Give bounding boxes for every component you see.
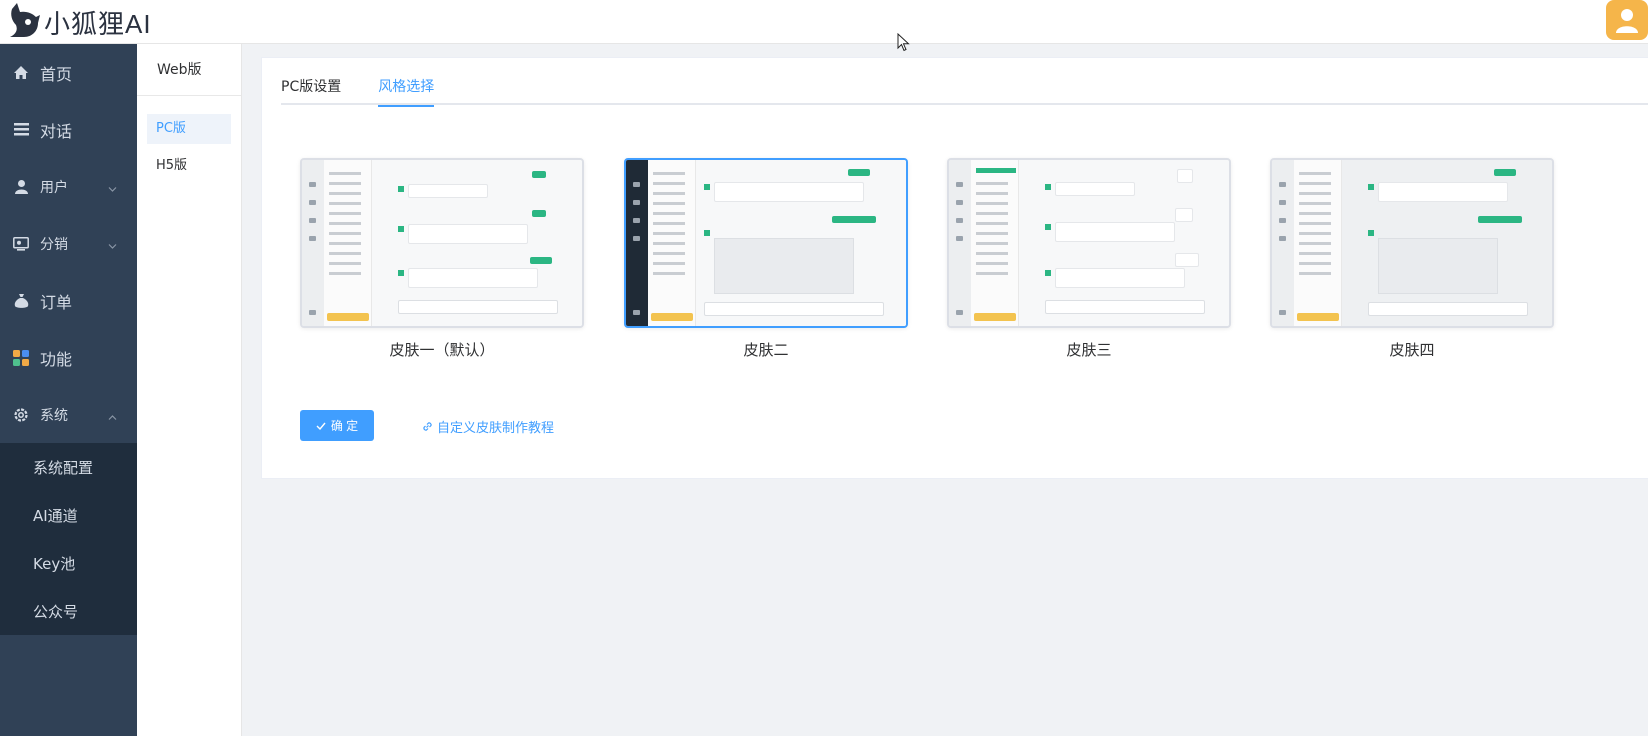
sidebar-item-label: 分销 bbox=[40, 236, 68, 253]
skin-name: 皮肤二 bbox=[743, 341, 789, 359]
money-bag-icon bbox=[12, 292, 30, 310]
settings-card: PC版设置 风格选择 皮肤一（默认） 皮肤二 皮肤三 皮肤四 确 定 自定义皮肤… bbox=[261, 57, 1648, 479]
confirm-button-label: 确 定 bbox=[330, 419, 359, 433]
mouse-cursor-icon bbox=[897, 33, 910, 52]
submenu-item-key-pool[interactable]: Key池 bbox=[0, 539, 137, 587]
tab-style-select[interactable]: 风格选择 bbox=[378, 58, 435, 107]
confirm-button[interactable]: 确 定 bbox=[300, 410, 374, 441]
chevron-down-icon bbox=[108, 177, 117, 196]
sidebar-item-users[interactable]: 用户 bbox=[0, 158, 137, 215]
home-icon bbox=[12, 64, 30, 82]
sidebar-item-label: 首页 bbox=[40, 64, 73, 84]
sidebar-item-orders[interactable]: 订单 bbox=[0, 272, 137, 329]
list-icon bbox=[12, 121, 30, 139]
tab-pc-settings[interactable]: PC版设置 bbox=[281, 58, 341, 105]
fox-logo-icon bbox=[10, 3, 40, 37]
submenu-item-system-config[interactable]: 系统配置 bbox=[0, 443, 137, 491]
skin-preview-image bbox=[300, 158, 584, 328]
sidebar-item-label: 订单 bbox=[40, 292, 73, 312]
subnav-item-h5[interactable]: H5版 bbox=[147, 151, 231, 181]
apps-icon bbox=[12, 349, 30, 367]
sidebar-item-features[interactable]: 功能 bbox=[0, 329, 137, 386]
app-logo[interactable]: 小狐狸AI bbox=[6, 2, 152, 42]
chevron-up-icon bbox=[108, 405, 117, 424]
skin-name: 皮肤一（默认） bbox=[389, 341, 495, 359]
main-sidebar: 首页 对话 用户 分销 订单 功能 系统 系统配置 AI通道 Key池 公众号 bbox=[0, 44, 137, 736]
skin-preview-image bbox=[624, 158, 908, 328]
skin-option-4[interactable]: 皮肤四 bbox=[1270, 158, 1554, 360]
skin-option-3[interactable]: 皮肤三 bbox=[947, 158, 1231, 360]
sidebar-item-label: 系统 bbox=[40, 407, 68, 424]
sidebar-item-label: 用户 bbox=[40, 179, 68, 196]
skin-name: 皮肤三 bbox=[1066, 341, 1112, 359]
skin-preview-image bbox=[1270, 158, 1554, 328]
sidebar-item-chat[interactable]: 对话 bbox=[0, 101, 137, 158]
distribution-icon bbox=[12, 235, 30, 253]
top-header: 小狐狸AI bbox=[0, 0, 1648, 44]
logo-text: 小狐狸AI bbox=[44, 8, 152, 39]
user-avatar[interactable] bbox=[1606, 0, 1648, 40]
user-icon bbox=[12, 178, 30, 196]
submenu-item-ai-channel[interactable]: AI通道 bbox=[0, 491, 137, 539]
sidebar-item-label: 功能 bbox=[40, 349, 73, 369]
sidebar-item-home[interactable]: 首页 bbox=[0, 44, 137, 101]
sidebar-item-distribution[interactable]: 分销 bbox=[0, 215, 137, 272]
sidebar-item-label: 对话 bbox=[40, 121, 73, 141]
person-icon bbox=[1616, 9, 1638, 33]
custom-skin-tutorial-link[interactable]: 自定义皮肤制作教程 bbox=[422, 417, 554, 436]
subnav-title: Web版 bbox=[137, 44, 241, 96]
submenu-item-official-account[interactable]: 公众号 bbox=[0, 587, 137, 635]
skin-option-1[interactable]: 皮肤一（默认） bbox=[300, 158, 584, 360]
subnav-item-pc[interactable]: PC版 bbox=[147, 114, 231, 144]
chevron-down-icon bbox=[108, 234, 117, 253]
check-icon bbox=[316, 422, 326, 430]
sidebar-item-system[interactable]: 系统 bbox=[0, 386, 137, 443]
skin-option-2[interactable]: 皮肤二 bbox=[624, 158, 908, 360]
link-label: 自定义皮肤制作教程 bbox=[437, 421, 555, 436]
skin-preview-image bbox=[947, 158, 1231, 328]
link-icon bbox=[423, 422, 432, 431]
system-submenu: 系统配置 AI通道 Key池 公众号 bbox=[0, 443, 137, 635]
gear-icon bbox=[12, 406, 30, 424]
skin-name: 皮肤四 bbox=[1389, 341, 1435, 359]
tab-bar: PC版设置 风格选择 bbox=[281, 58, 1648, 107]
subnav-panel: Web版 PC版 H5版 bbox=[137, 44, 242, 736]
